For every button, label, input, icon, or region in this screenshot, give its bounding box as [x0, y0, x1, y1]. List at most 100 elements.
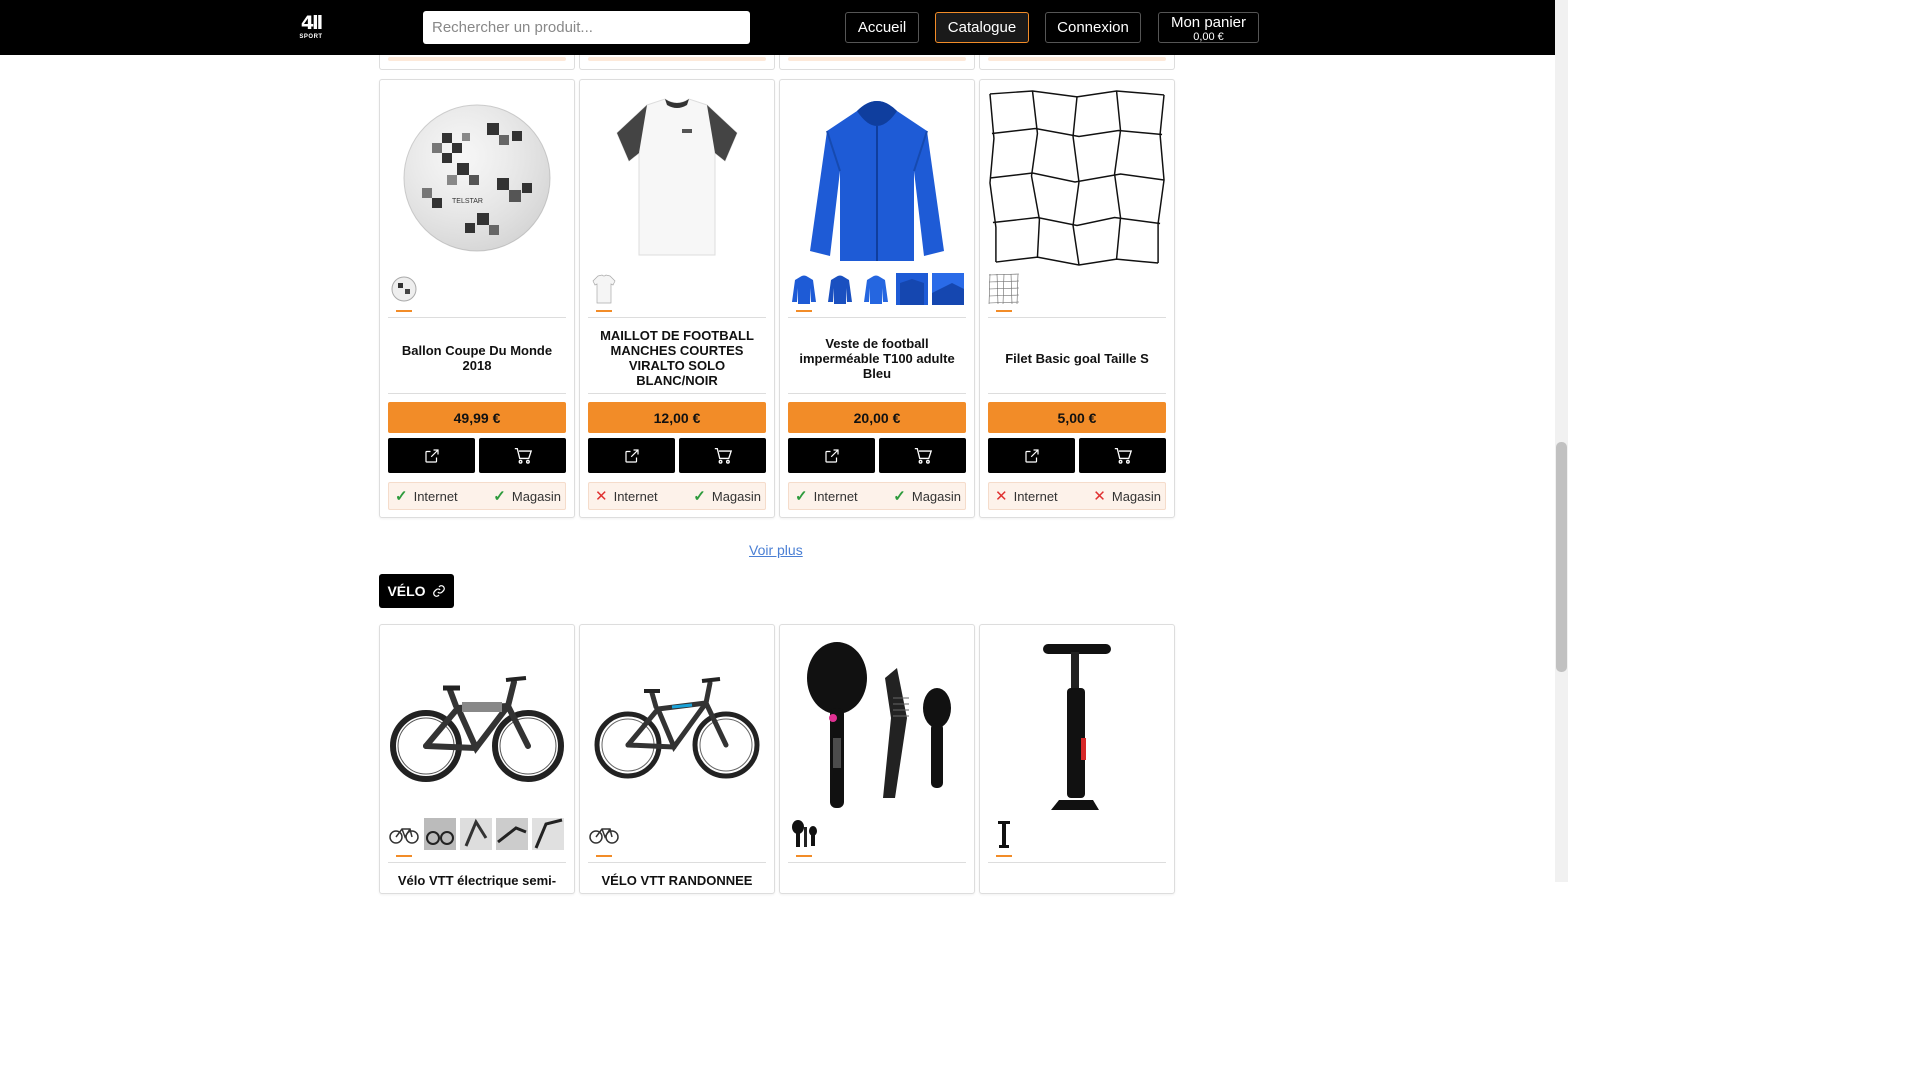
open-product-button[interactable]: [588, 438, 675, 473]
thumbnail-strip: [388, 273, 420, 305]
product-card: Vélo VTT électrique semi-: [379, 624, 575, 894]
product-image-net[interactable]: [988, 88, 1166, 268]
brand-logo[interactable]: 4ll SPORT: [296, 14, 326, 42]
availability-internet: Internet: [413, 488, 458, 504]
cart-label: Mon panier: [1170, 13, 1247, 31]
see-more-link[interactable]: Voir plus: [749, 542, 803, 558]
product-image-ball[interactable]: TELSTAR: [388, 88, 566, 268]
availability-box: ✕ Internet ✕ Magasin: [988, 482, 1166, 510]
cart-button[interactable]: Mon panier 0,00 €: [1158, 12, 1259, 43]
thumbnail-strip: [788, 273, 964, 305]
thumbnail[interactable]: [388, 273, 420, 305]
product-title[interactable]: Vélo VTT électrique semi-: [394, 869, 560, 937]
product-title[interactable]: [994, 869, 1160, 937]
thumbnail[interactable]: [388, 818, 420, 850]
external-link-icon: [824, 448, 839, 463]
cart-icon: [1114, 447, 1132, 464]
product-price: 5,00 €: [988, 402, 1166, 433]
product-image-ebike[interactable]: [388, 635, 566, 820]
availability-internet: Internet: [813, 488, 858, 504]
availability-magasin: Magasin: [711, 488, 761, 504]
thumbnail[interactable]: [932, 273, 964, 305]
product-card: [979, 624, 1175, 894]
add-to-cart-button[interactable]: [479, 438, 566, 473]
check-icon: ✓: [893, 488, 906, 505]
check-icon: ✓: [693, 488, 706, 505]
external-link-icon: [1024, 448, 1039, 463]
nav-catalogue-button[interactable]: Catalogue: [935, 12, 1029, 43]
thumbnail[interactable]: [460, 818, 492, 850]
product-price: 12,00 €: [588, 402, 766, 433]
product-title[interactable]: Filet Basic goal Taille S: [994, 324, 1160, 392]
thumbnail[interactable]: [788, 818, 820, 850]
logo-subtitle: SPORT: [299, 34, 323, 40]
availability-magasin: Magasin: [511, 488, 561, 504]
page-scrollbar-track[interactable]: [1555, 0, 1568, 882]
thumbnail-strip: [588, 273, 620, 305]
open-product-button[interactable]: [388, 438, 475, 473]
cross-icon: ✕: [995, 488, 1008, 505]
category-label: VÉLO: [387, 583, 426, 599]
logo-mark: 4ll: [300, 12, 323, 34]
check-icon: ✓: [395, 488, 408, 505]
thumbnail[interactable]: [788, 273, 820, 305]
product-title[interactable]: MAILLOT DE FOOTBALL MANCHES COURTES VIRA…: [594, 324, 760, 392]
add-to-cart-button[interactable]: [679, 438, 766, 473]
product-title[interactable]: Veste de football imperméable T100 adult…: [794, 324, 960, 392]
thumbnail-strip: [988, 818, 1020, 850]
product-image-jacket[interactable]: [788, 88, 966, 268]
svg-text:TELSTAR: TELSTAR: [452, 198, 483, 205]
check-icon: ✓: [795, 488, 808, 505]
search-input[interactable]: [423, 11, 750, 44]
thumbnail[interactable]: [824, 273, 856, 305]
availability-box: ✕ Internet ✓ Magasin: [588, 482, 766, 510]
product-price: 20,00 €: [788, 402, 966, 433]
product-title[interactable]: [794, 869, 960, 937]
check-icon: ✓: [493, 488, 506, 505]
thumbnail-strip: [788, 818, 820, 850]
product-card: TELSTAR Ballon Coupe Du Monde 2018 49,99…: [379, 79, 575, 518]
product-title[interactable]: Ballon Coupe Du Monde 2018: [394, 324, 560, 392]
thumbnail[interactable]: [860, 273, 892, 305]
product-card: [779, 624, 975, 894]
product-title[interactable]: VÉLO VTT RANDONNEE: [594, 869, 760, 937]
thumbnail-strip: [988, 273, 1020, 305]
add-to-cart-button[interactable]: [879, 438, 966, 473]
thumbnail-strip: [588, 818, 620, 850]
external-link-icon: [424, 448, 439, 463]
open-product-button[interactable]: [788, 438, 875, 473]
product-card: MAILLOT DE FOOTBALL MANCHES COURTES VIRA…: [579, 79, 775, 518]
thumbnail[interactable]: [496, 818, 528, 850]
availability-box: ✓ Internet ✓ Magasin: [388, 482, 566, 510]
cross-icon: ✕: [1093, 488, 1106, 505]
thumbnail[interactable]: [588, 818, 620, 850]
top-nav-bar: 4ll SPORT Accueil Catalogue Connexion Mo…: [0, 0, 1555, 55]
cart-icon: [914, 447, 932, 464]
product-card: Filet Basic goal Taille S 5,00 € ✕ Intern…: [979, 79, 1175, 518]
thumbnail[interactable]: [532, 818, 564, 850]
thumbnail[interactable]: [424, 818, 456, 850]
availability-internet: Internet: [1013, 488, 1058, 504]
product-image-mtb[interactable]: [588, 635, 766, 820]
add-to-cart-button[interactable]: [1079, 438, 1166, 473]
thumbnail[interactable]: [588, 273, 620, 305]
nav-connexion-button[interactable]: Connexion: [1045, 12, 1141, 43]
cross-icon: ✕: [595, 488, 608, 505]
external-link-icon: [624, 448, 639, 463]
category-heading-velo[interactable]: VÉLO: [379, 574, 454, 608]
thumbnail-strip: [388, 818, 564, 850]
product-image-jersey[interactable]: [588, 88, 766, 268]
thumbnail[interactable]: [988, 273, 1020, 305]
availability-box: ✓ Internet ✓ Magasin: [788, 482, 966, 510]
nav-accueil-button[interactable]: Accueil: [845, 12, 919, 43]
availability-magasin: Magasin: [1111, 488, 1161, 504]
availability-internet: Internet: [613, 488, 658, 504]
cart-amount: 0,00 €: [1193, 30, 1224, 43]
product-card: VÉLO VTT RANDONNEE: [579, 624, 775, 894]
thumbnail[interactable]: [988, 818, 1020, 850]
product-image-cleaning-kit[interactable]: [788, 635, 966, 820]
product-image-pump[interactable]: [988, 635, 1166, 820]
thumbnail[interactable]: [896, 273, 928, 305]
page-scrollbar-thumb[interactable]: [1556, 442, 1567, 672]
open-product-button[interactable]: [988, 438, 1075, 473]
